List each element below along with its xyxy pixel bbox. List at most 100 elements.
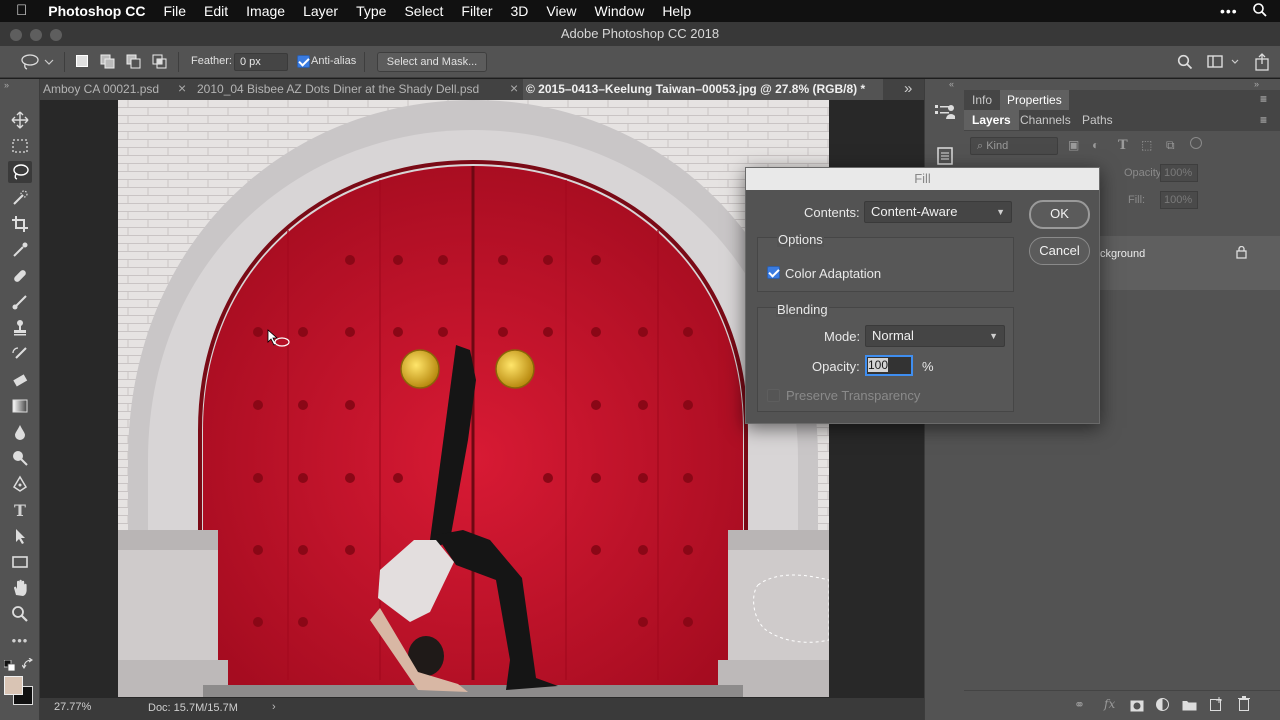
layer-fill-input[interactable]: 100% [1160, 191, 1198, 209]
more-icon[interactable]: ••• [1220, 3, 1238, 19]
fx-icon[interactable]: fx [1104, 697, 1115, 711]
collapse-panels-icon[interactable]: » [1254, 79, 1259, 89]
brush-tool-icon[interactable] [8, 291, 32, 313]
default-colors-icon[interactable] [3, 659, 16, 677]
lasso-preset-icon[interactable] [20, 53, 54, 74]
preserve-transparency-checkbox[interactable] [767, 389, 780, 402]
move-tool-icon[interactable] [8, 109, 32, 131]
filter-toggle-icon[interactable] [1190, 137, 1202, 149]
hand-tool-icon[interactable] [8, 577, 32, 599]
close-tab-icon[interactable]: × [178, 80, 186, 96]
dodge-tool-icon[interactable] [8, 447, 32, 469]
tabs-overflow-icon[interactable]: » [904, 80, 912, 97]
tab-amboy[interactable]: Amboy CA 00021.psd [40, 79, 200, 100]
eyedropper-tool-icon[interactable] [8, 239, 32, 261]
tab-channels[interactable]: Channels [1014, 110, 1077, 130]
spotlight-icon[interactable] [1252, 2, 1268, 21]
tools-panel: » T ••• [0, 79, 40, 720]
menu-layer[interactable]: Layer [294, 0, 347, 22]
minimize-window-button[interactable] [30, 29, 42, 41]
menu-window[interactable]: Window [586, 0, 654, 22]
filter-adjustment-icon[interactable]: ◐ [1092, 138, 1099, 152]
lasso-tool-icon[interactable] [8, 161, 32, 183]
clone-stamp-tool-icon[interactable] [8, 317, 32, 339]
menu-filter[interactable]: Filter [452, 0, 501, 22]
menu-file[interactable]: File [154, 0, 195, 22]
close-tab-icon[interactable]: × [510, 80, 518, 96]
tab-label: 2010_04 Bisbee AZ Dots Diner at the Shad… [197, 82, 480, 96]
learn-panel-icon[interactable] [935, 103, 956, 126]
app-menu[interactable]: Photoshop CC [36, 0, 154, 22]
path-selection-tool-icon[interactable] [8, 525, 32, 547]
contents-label: Contents: [804, 205, 860, 220]
zoom-level[interactable]: 27.77% [54, 701, 91, 713]
filter-smartobject-icon[interactable]: ⧉ [1166, 138, 1175, 153]
panel-menu-icon[interactable]: ≡ [1260, 92, 1267, 106]
tab-layers[interactable]: Layers [964, 110, 1019, 130]
collapse-panels-icon[interactable]: « [949, 79, 954, 89]
search-icon[interactable] [1177, 54, 1193, 73]
healing-brush-tool-icon[interactable] [8, 265, 32, 287]
new-group-icon[interactable] [1182, 698, 1197, 716]
type-tool-icon[interactable]: T [8, 499, 32, 521]
blur-tool-icon[interactable] [8, 421, 32, 443]
collapse-tools-icon[interactable]: » [4, 80, 9, 90]
contents-select[interactable]: Content-Aware ▼ [864, 201, 1012, 223]
tab-keelung[interactable]: © 2015–0413–Keelung Taiwan–00053.jpg @ 2… [523, 79, 883, 100]
add-to-selection-icon[interactable] [100, 54, 116, 73]
status-menu-icon[interactable]: › [272, 701, 276, 713]
contents-value: Content-Aware [871, 204, 958, 219]
kind-filter-select[interactable]: ⌕ Kind [970, 137, 1058, 155]
ok-button[interactable]: OK [1029, 200, 1090, 229]
quick-selection-tool-icon[interactable] [8, 187, 32, 209]
menu-select[interactable]: Select [395, 0, 452, 22]
filter-shape-icon[interactable]: ⬚ [1141, 138, 1152, 152]
select-and-mask-button[interactable]: Select and Mask... [377, 52, 487, 72]
menu-edit[interactable]: Edit [195, 0, 237, 22]
menu-type[interactable]: Type [347, 0, 395, 22]
add-mask-icon[interactable] [1130, 699, 1144, 717]
menu-help[interactable]: Help [653, 0, 700, 22]
more-tools-icon[interactable]: ••• [8, 629, 32, 651]
subtract-from-selection-icon[interactable] [126, 54, 142, 73]
menu-view[interactable]: View [537, 0, 585, 22]
panel-menu-icon[interactable]: ≡ [1260, 113, 1267, 127]
swap-colors-icon[interactable] [21, 657, 34, 675]
history-brush-tool-icon[interactable] [8, 343, 32, 365]
layer-opacity-input[interactable]: 100% [1160, 164, 1198, 182]
opacity-input[interactable]: 100 [865, 355, 913, 376]
cancel-button[interactable]: Cancel [1029, 237, 1090, 265]
marquee-tool-icon[interactable] [8, 135, 32, 157]
intersect-selection-icon[interactable] [152, 54, 168, 73]
new-selection-icon[interactable] [76, 55, 88, 67]
filter-type-icon[interactable]: T [1118, 138, 1128, 153]
menu-image[interactable]: Image [237, 0, 294, 22]
share-icon[interactable] [1254, 53, 1270, 74]
document-image[interactable] [118, 100, 829, 697]
new-layer-icon[interactable] [1210, 697, 1223, 716]
anti-alias-checkbox[interactable] [297, 55, 310, 68]
tab-bisbee[interactable]: 2010_04 Bisbee AZ Dots Diner at the Shad… [190, 79, 508, 100]
foreground-color-swatch[interactable] [4, 676, 23, 695]
link-layers-icon[interactable]: ⚭ [1074, 697, 1085, 713]
feather-input[interactable]: 0 px [234, 53, 288, 71]
apple-menu-icon[interactable]:  [0, 0, 36, 22]
crop-tool-icon[interactable] [8, 213, 32, 235]
filter-pixel-icon[interactable]: ▣ [1068, 138, 1079, 152]
rectangle-tool-icon[interactable] [8, 551, 32, 573]
color-adaptation-checkbox[interactable] [767, 266, 780, 279]
menu-3d[interactable]: 3D [502, 0, 538, 22]
tab-paths[interactable]: Paths [1076, 110, 1119, 130]
tab-info[interactable]: Info [964, 90, 1000, 110]
zoom-tool-icon[interactable] [8, 603, 32, 625]
tab-properties[interactable]: Properties [1000, 90, 1069, 110]
mode-select[interactable]: Normal ▼ [865, 325, 1005, 347]
delete-layer-icon[interactable] [1238, 696, 1250, 716]
gradient-tool-icon[interactable] [8, 395, 32, 417]
zoom-window-button[interactable] [50, 29, 62, 41]
close-window-button[interactable] [10, 29, 22, 41]
pen-tool-icon[interactable] [8, 473, 32, 495]
eraser-tool-icon[interactable] [8, 369, 32, 391]
workspace-icon[interactable] [1207, 54, 1241, 73]
adjustment-layer-icon[interactable] [1156, 698, 1169, 711]
